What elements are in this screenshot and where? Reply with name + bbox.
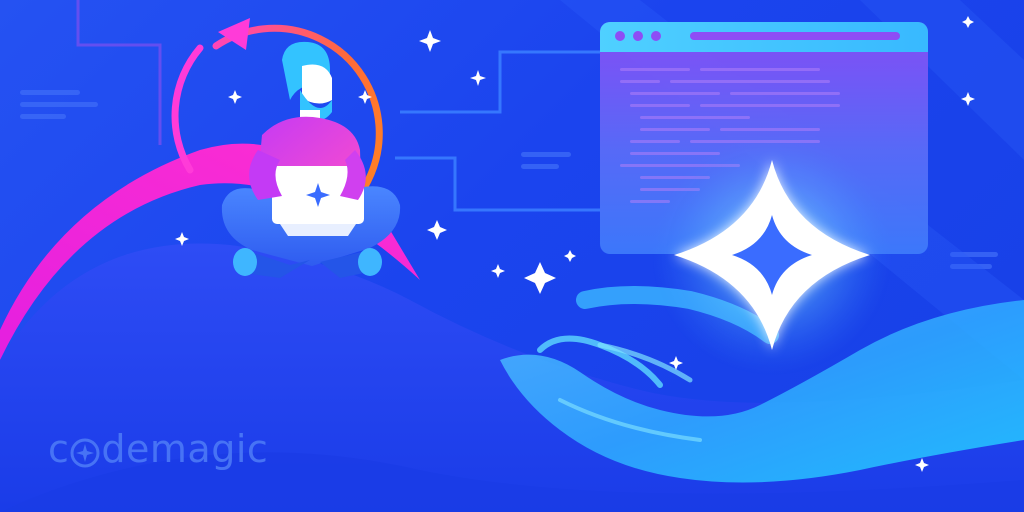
logo-text-suffix: demagic — [101, 427, 269, 471]
logo-text-prefix: c — [48, 427, 70, 471]
window-dot-icon — [633, 31, 643, 41]
hero-illustration: c demagic — [0, 0, 1024, 512]
sparkle-icon — [524, 262, 556, 294]
sparkle-icon — [564, 250, 576, 262]
sparkle-icon — [470, 70, 486, 86]
address-bar — [690, 32, 900, 40]
window-dot-icon — [615, 31, 625, 41]
glowing-sparkle-icon — [652, 135, 892, 375]
sparkle-icon — [70, 434, 100, 468]
sparkle-icon — [228, 90, 242, 104]
codemagic-logo: c demagic — [48, 424, 268, 474]
sparkle-icon — [491, 264, 505, 278]
sparkle-icon — [427, 220, 447, 240]
sparkle-icon — [419, 30, 441, 52]
window-dot-icon — [651, 31, 661, 41]
